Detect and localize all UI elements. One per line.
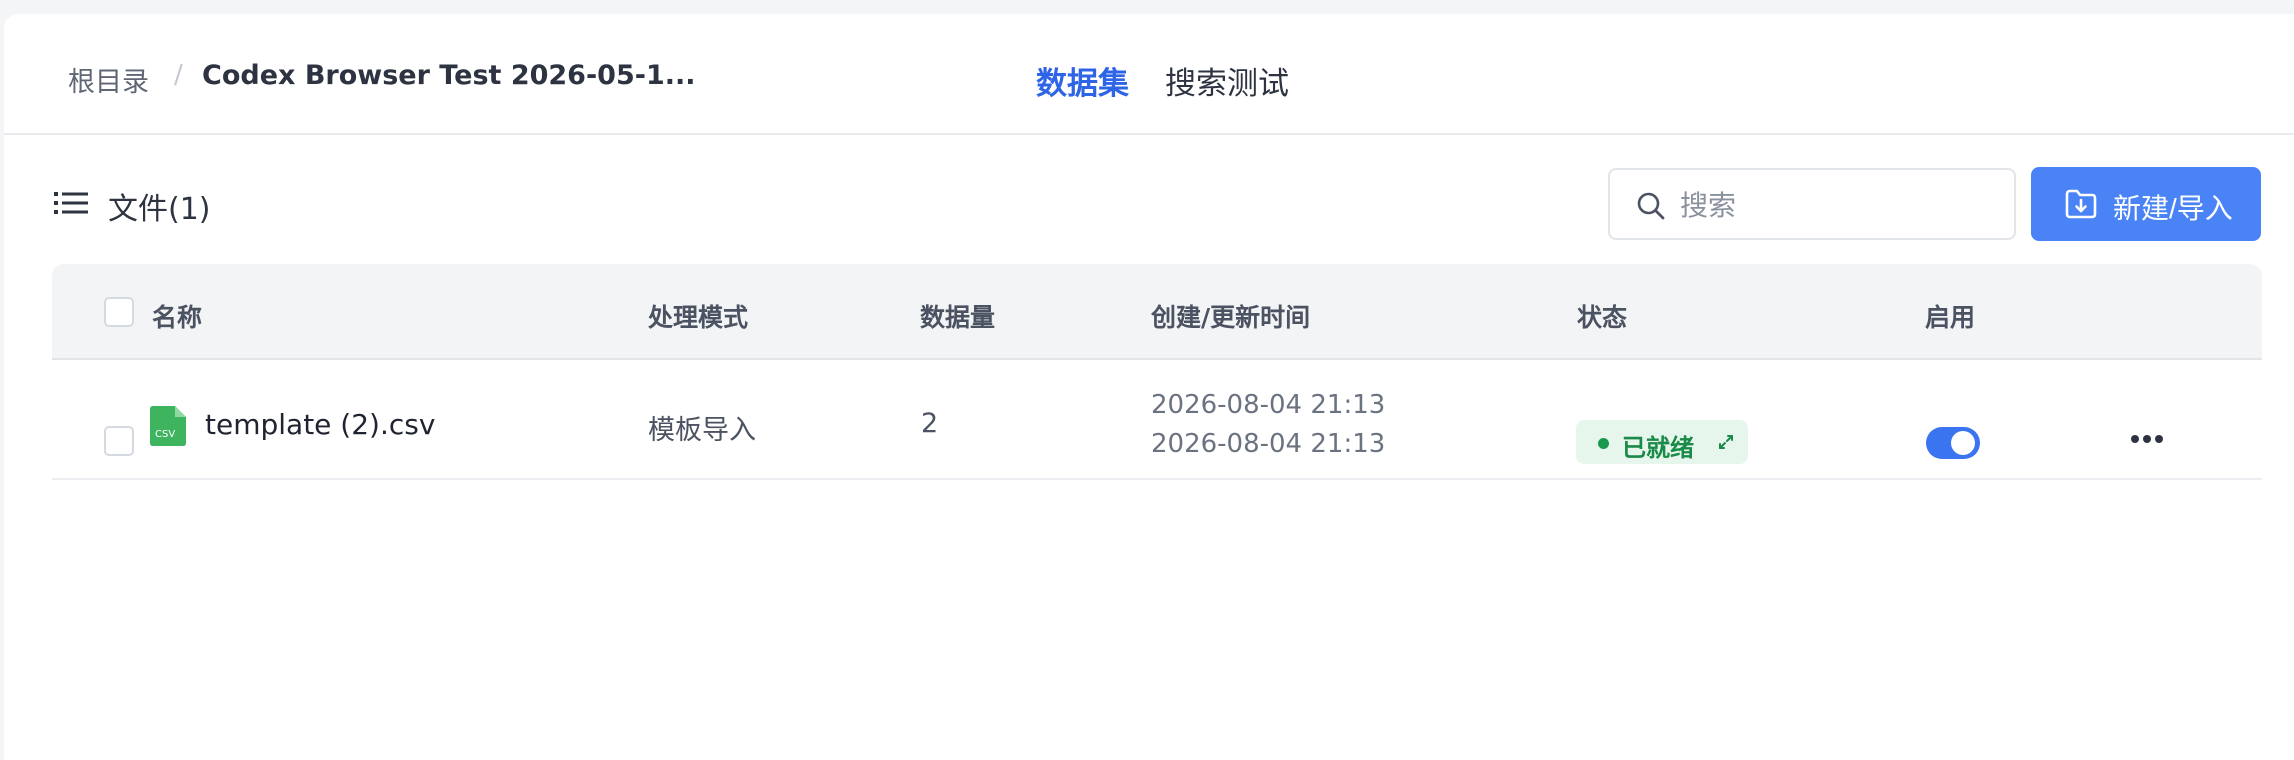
- breadcrumb-current: Codex Browser Test 2026-05-1...: [202, 60, 696, 91]
- file-name[interactable]: template (2).csv: [205, 408, 435, 441]
- column-name: 名称: [152, 303, 203, 332]
- files-title: 文件(1): [108, 192, 211, 227]
- search-input[interactable]: [1680, 184, 2000, 226]
- more-icon[interactable]: [2130, 430, 2164, 449]
- search-box[interactable]: [1608, 168, 2016, 240]
- search-icon: [1636, 191, 1666, 225]
- processing-mode: 模板导入: [648, 415, 756, 446]
- table-row[interactable]: CSV template (2).csv 模板导入 2 2026-08-04 2…: [52, 360, 2262, 480]
- header-bar: 根目录 / Codex Browser Test 2026-05-1... 数据…: [4, 14, 2294, 135]
- csv-file-type: CSV: [155, 429, 176, 440]
- breadcrumb-separator: /: [174, 60, 183, 90]
- column-count: 数据量: [920, 303, 996, 332]
- table-header: 名称 处理模式 数据量 创建/更新时间 状态 启用: [52, 264, 2262, 360]
- enabled-toggle[interactable]: [1926, 427, 1980, 459]
- column-status: 状态: [1577, 303, 1628, 332]
- folder-import-icon: [2065, 189, 2097, 222]
- status-label: 已就绪: [1622, 434, 1694, 462]
- created-time: 2026-08-04 21:13: [1151, 390, 1386, 420]
- column-enabled: 启用: [1925, 303, 1976, 332]
- row-checkbox[interactable]: [104, 426, 134, 456]
- expand-icon: [1718, 434, 1734, 454]
- status-dot: [1598, 438, 1609, 449]
- breadcrumb-root[interactable]: 根目录: [68, 60, 149, 99]
- csv-file-icon: CSV: [150, 406, 186, 450]
- new-import-label: 新建/导入: [2113, 193, 2233, 224]
- data-count: 2: [921, 408, 939, 439]
- new-import-button[interactable]: 新建/导入: [2031, 167, 2261, 241]
- dataset-panel: 根目录 / Codex Browser Test 2026-05-1... 数据…: [4, 14, 2294, 760]
- tab-search-test[interactable]: 搜索测试: [1165, 58, 1289, 103]
- status-badge[interactable]: 已就绪: [1576, 420, 1748, 464]
- tab-dataset[interactable]: 数据集: [1036, 58, 1129, 103]
- column-time: 创建/更新时间: [1151, 303, 1311, 332]
- column-mode: 处理模式: [648, 303, 749, 332]
- updated-time: 2026-08-04 21:13: [1151, 429, 1386, 459]
- select-all-checkbox[interactable]: [104, 297, 134, 327]
- toggle-knob: [1951, 431, 1975, 455]
- list-icon: [54, 190, 88, 220]
